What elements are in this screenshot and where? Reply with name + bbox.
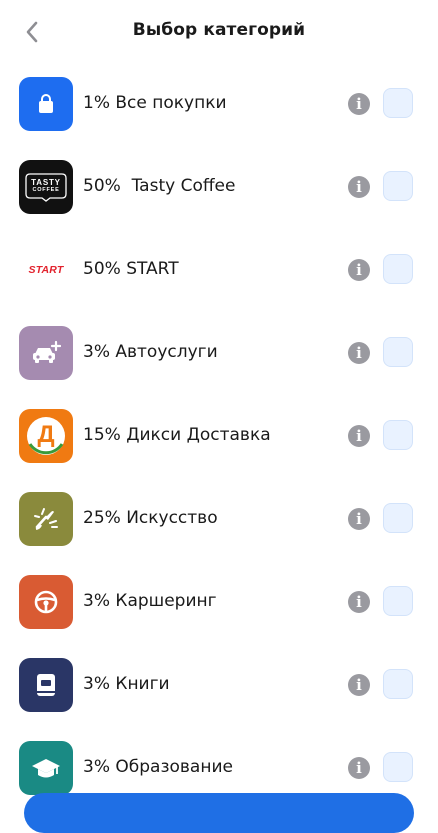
dixy-logo-text: Д	[37, 421, 55, 448]
category-row-start[interactable]: START 50% START i	[0, 228, 438, 311]
category-label: 1% Все покупки	[83, 93, 227, 113]
info-icon[interactable]: i	[348, 93, 370, 115]
category-checkbox[interactable]	[383, 586, 413, 616]
category-checkbox[interactable]	[383, 503, 413, 533]
start-logo-text: START	[28, 264, 64, 276]
category-label: 50% START	[83, 259, 179, 279]
category-list: 1% Все покупки i TASTY COFFEE 50% Tasty …	[0, 62, 438, 809]
info-icon[interactable]: i	[348, 342, 370, 364]
info-icon[interactable]: i	[348, 508, 370, 530]
category-checkbox[interactable]	[383, 337, 413, 367]
category-label: 3% Книги	[83, 674, 170, 694]
category-label: 3% Образование	[83, 757, 233, 777]
page-title: Выбор категорий	[132, 20, 306, 40]
category-checkbox[interactable]	[383, 420, 413, 450]
info-icon[interactable]: i	[348, 425, 370, 447]
dixy-logo: Д	[19, 409, 73, 463]
graduation-cap-icon	[19, 741, 73, 795]
category-row-dixy-delivery[interactable]: Д 15% Дикси Доставка i	[0, 394, 438, 477]
category-row-auto-services[interactable]: 3% Автоуслуги i	[0, 311, 438, 394]
tasty-coffee-logo: TASTY COFFEE	[19, 160, 73, 214]
info-icon[interactable]: i	[348, 176, 370, 198]
info-icon[interactable]: i	[348, 591, 370, 613]
book-icon	[19, 658, 73, 712]
category-label: 50% Tasty Coffee	[83, 176, 236, 196]
category-label: 25% Искусство	[83, 508, 218, 528]
category-label: 3% Каршеринг	[83, 591, 217, 611]
tasty-coffee-logo-text: TASTY COFFEE	[31, 177, 61, 193]
category-row-art[interactable]: 25% Искусство i	[0, 477, 438, 560]
car-service-icon	[19, 326, 73, 380]
category-row-carsharing[interactable]: 3% Каршеринг i	[0, 560, 438, 643]
info-icon[interactable]: i	[348, 757, 370, 779]
category-row-tasty-coffee[interactable]: TASTY COFFEE 50% Tasty Coffee i	[0, 145, 438, 228]
art-brush-icon	[19, 492, 73, 546]
shopping-bag-icon	[19, 77, 73, 131]
category-checkbox[interactable]	[383, 752, 413, 782]
category-checkbox[interactable]	[383, 254, 413, 284]
category-checkbox[interactable]	[383, 171, 413, 201]
steering-wheel-icon	[19, 575, 73, 629]
category-row-books[interactable]: 3% Книги i	[0, 643, 438, 726]
info-icon[interactable]: i	[348, 674, 370, 696]
category-row-all-purchases[interactable]: 1% Все покупки i	[0, 62, 438, 145]
category-checkbox[interactable]	[383, 88, 413, 118]
category-label: 3% Автоуслуги	[83, 342, 218, 362]
confirm-button[interactable]	[24, 793, 414, 833]
info-icon[interactable]: i	[348, 259, 370, 281]
header: Выбор категорий	[0, 0, 438, 64]
category-checkbox[interactable]	[383, 669, 413, 699]
category-label: 15% Дикси Доставка	[83, 425, 271, 445]
start-logo: START	[19, 243, 73, 297]
